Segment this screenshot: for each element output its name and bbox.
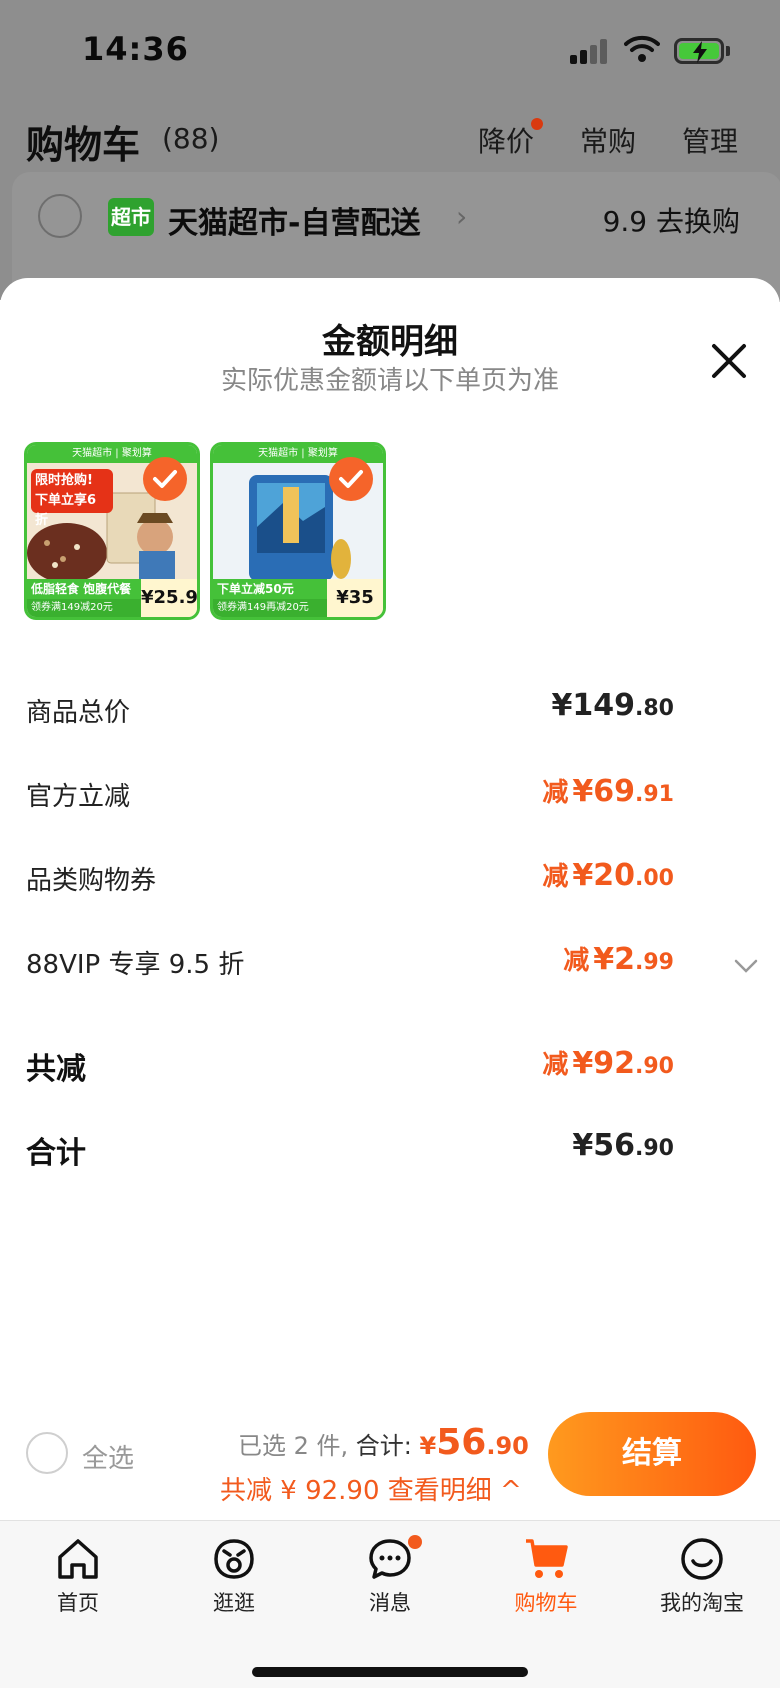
grand-total-value: ¥56.90 <box>572 1128 674 1163</box>
tab-cart-label: 购物车 <box>514 1591 578 1615</box>
home-icon <box>58 1539 98 1579</box>
store-select-radio[interactable] <box>38 194 82 238</box>
wifi-icon <box>624 35 660 62</box>
product-price-box: ¥35 <box>327 579 383 617</box>
tab-discover[interactable]: 逛逛 <box>174 1535 294 1645</box>
grand-total-label: 合计 <box>26 1136 86 1171</box>
sheet-title: 金额明细 <box>322 322 458 362</box>
cart-header: 购物车 (88) 降价 常购 管理 <box>0 100 780 170</box>
tab-profile[interactable]: 我的淘宝 <box>642 1535 762 1645</box>
tab-cart[interactable]: 购物车 <box>486 1535 606 1645</box>
checkout-bar: 全选 已选 2 件, 合计: ¥56.90 共减 ¥ 92.90 查看明细 ^ … <box>0 1400 780 1520</box>
store-name[interactable]: 天猫超市-自营配送 <box>168 198 420 242</box>
select-all-radio[interactable] <box>26 1432 68 1474</box>
tab-profile-label: 我的淘宝 <box>660 1591 744 1615</box>
tab-home[interactable]: 首页 <box>18 1535 138 1645</box>
product-thumbnail[interactable]: 天猫超市 | 聚划算 限时抢购! 下单立享6折 低脂轻食 饱腹代餐 领券满149… <box>24 442 200 620</box>
tab-home-label: 首页 <box>57 1591 99 1615</box>
frequent-buy-link[interactable]: 常购 <box>580 120 636 160</box>
product-tagline: 低脂轻食 饱腹代餐 <box>27 579 143 599</box>
product-banner: 限时抢购! 下单立享6折 <box>31 469 113 528</box>
product-thumbnail[interactable]: 天猫超市 | 聚划算 下单立减50元 领券满149再减20元 ¥35 <box>210 442 386 620</box>
battery-icon <box>674 38 724 64</box>
manage-link[interactable]: 管理 <box>682 120 738 160</box>
view-detail-link[interactable]: 查看明细 ^ <box>388 1476 522 1506</box>
cart-icon <box>526 1539 568 1578</box>
selected-count: 已选 2 件, <box>238 1432 349 1460</box>
profile-icon <box>681 1538 723 1580</box>
saved-summary: 共减 ¥ 92.90 查看明细 ^ <box>220 1470 522 1507</box>
goods-total-label: 商品总价 <box>26 698 131 728</box>
checkout-button[interactable]: 结算 <box>548 1412 756 1496</box>
tab-discover-label: 逛逛 <box>213 1591 255 1615</box>
status-time: 14:36 <box>82 30 189 68</box>
total-label: 合计: <box>355 1432 412 1460</box>
goods-total-value: ¥149.80 <box>551 688 674 723</box>
close-icon[interactable] <box>706 338 752 384</box>
total-saved-value: 减 ¥92.90 <box>542 1046 674 1081</box>
message-icon <box>369 1539 411 1579</box>
check-icon[interactable] <box>329 457 373 501</box>
product-price: ¥25.9 <box>141 587 198 608</box>
category-coupon-label: 品类购物券 <box>26 866 157 896</box>
currency-symbol: ¥ <box>419 1432 437 1460</box>
discover-icon <box>214 1539 254 1579</box>
vip-discount-label: 88VIP 专享 9.5 折 <box>26 950 245 980</box>
official-discount-value: 减 ¥69.91 <box>542 774 674 809</box>
sheet-subtitle: 实际优惠金额请以下单页为准 <box>220 366 559 396</box>
status-bar: 14:36 <box>0 0 780 100</box>
battery-tip <box>726 46 730 56</box>
total-amount-cents: .90 <box>486 1432 529 1460</box>
check-icon[interactable] <box>143 457 187 501</box>
tab-bar: 首页 逛逛 消息 购物车 我的淘宝 <box>0 1520 780 1688</box>
signal-icon <box>570 38 610 64</box>
saved-amount: 共减 ¥ 92.90 <box>220 1476 380 1506</box>
message-badge <box>408 1535 422 1549</box>
product-price: ¥35 <box>336 587 374 608</box>
chevron-down-icon[interactable] <box>732 956 760 976</box>
category-coupon-value: 减 ¥20.00 <box>542 858 674 893</box>
cart-count: (88) <box>162 122 220 155</box>
official-discount-label: 官方立减 <box>26 782 131 812</box>
product-tagline: 下单立减50元 <box>213 579 329 599</box>
tab-messages[interactable]: 消息 <box>330 1535 450 1645</box>
store-promo[interactable]: 9.9 去换购 <box>603 200 740 240</box>
product-coupon: 领券满149减20元 <box>27 599 143 617</box>
tmall-supermarket-logo: 超市 <box>108 198 154 236</box>
dimmed-background: 14:36 购物车 (88) 降价 常购 管理 超市 天猫超市-自营配送 › 9… <box>0 0 780 302</box>
chevron-right-icon: › <box>456 200 468 233</box>
selected-products: 天猫超市 | 聚划算 限时抢购! 下单立享6折 低脂轻食 饱腹代餐 领券满149… <box>24 442 764 622</box>
price-drop-link[interactable]: 降价 <box>478 120 534 160</box>
selected-summary: 已选 2 件, 合计: ¥56.90 <box>238 1422 529 1463</box>
product-price-box: ¥25.9 <box>141 579 197 617</box>
total-amount: 56 <box>436 1422 487 1463</box>
cart-title: 购物车 <box>26 123 141 167</box>
home-indicator <box>252 1667 528 1677</box>
notification-dot <box>531 118 543 130</box>
product-coupon: 领券满149再减20元 <box>213 599 329 617</box>
vip-discount-value[interactable]: 减 ¥2.99 <box>563 940 674 977</box>
select-all-label[interactable]: 全选 <box>82 1438 134 1475</box>
total-saved-label: 共减 <box>26 1052 86 1087</box>
tab-messages-label: 消息 <box>369 1591 411 1615</box>
